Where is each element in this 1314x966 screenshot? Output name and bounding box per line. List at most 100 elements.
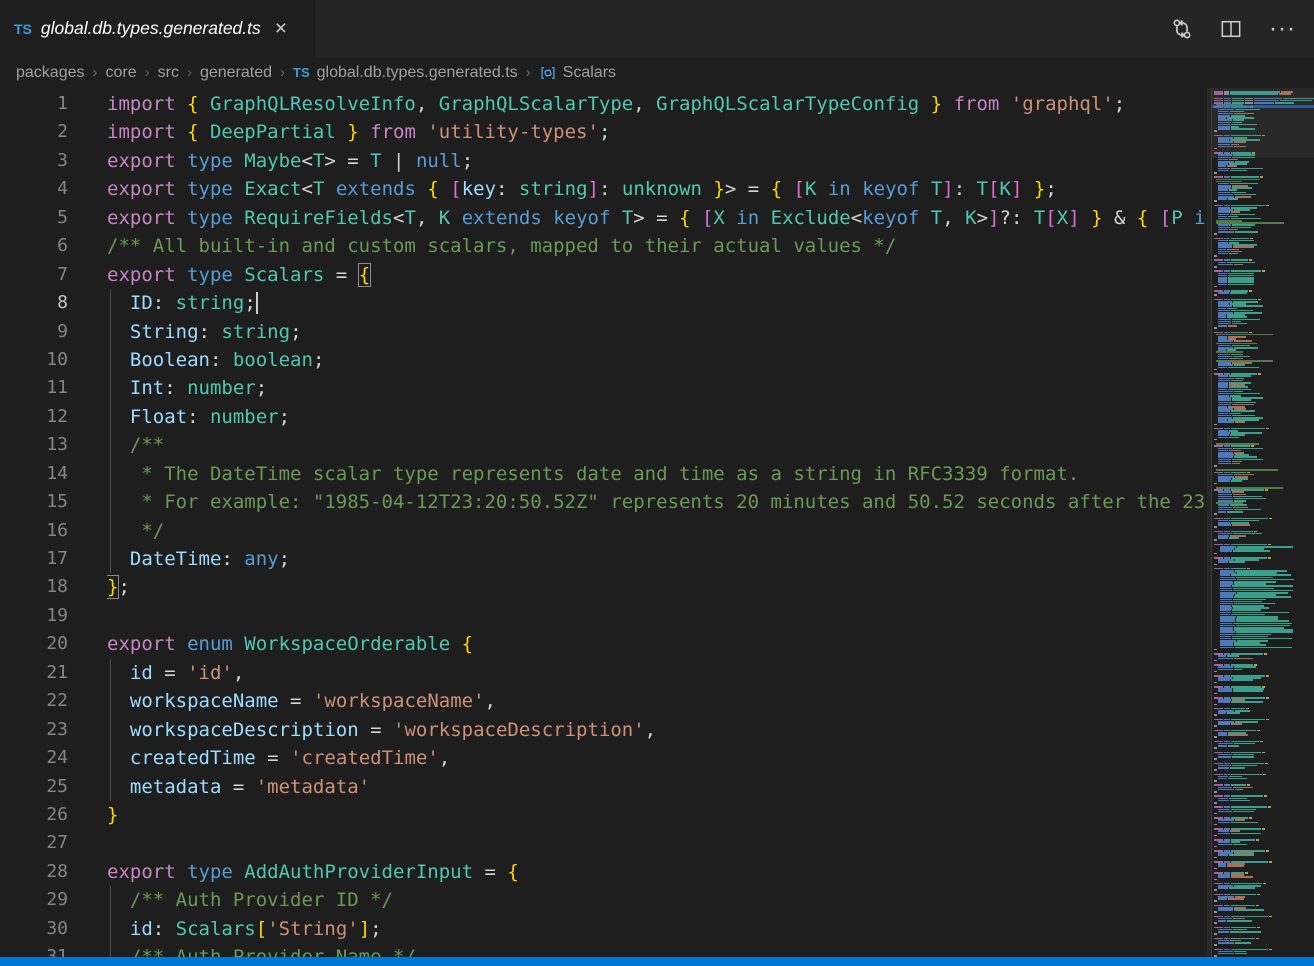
line-number[interactable]: 12	[0, 403, 68, 431]
open-changes-icon[interactable]	[1171, 18, 1193, 40]
code-line[interactable]: 17 DateTime: any;	[0, 545, 1209, 573]
line-number[interactable]: 3	[0, 147, 68, 175]
breadcrumb-item-scalars[interactable]: Scalars	[539, 64, 616, 82]
line-number[interactable]: 8	[0, 289, 68, 317]
code-line[interactable]: 10 Boolean: boolean;	[0, 346, 1209, 374]
line-number[interactable]: 30	[0, 915, 68, 943]
line-number[interactable]: 24	[0, 744, 68, 772]
breadcrumb-item-core[interactable]: core	[106, 64, 137, 82]
line-number[interactable]: 21	[0, 659, 68, 687]
line-number[interactable]: 15	[0, 488, 68, 516]
line-number[interactable]: 29	[0, 886, 68, 914]
code-line[interactable]: 3 export type Maybe<T> = T | null;	[0, 147, 1209, 175]
line-number[interactable]: 6	[0, 232, 68, 260]
code-line[interactable]: 31 /** Auth Provider Name */	[0, 943, 1209, 957]
line-number[interactable]: 14	[0, 460, 68, 488]
line-number[interactable]: 20	[0, 630, 68, 658]
code-line-content: ID: string;	[107, 289, 1209, 317]
code-line[interactable]: 9 String: string;	[0, 318, 1209, 346]
breadcrumb-item-generated[interactable]: generated	[200, 64, 272, 82]
more-actions-icon[interactable]: ···	[1269, 24, 1296, 34]
line-number[interactable]: 11	[0, 374, 68, 402]
line-number[interactable]: 2	[0, 118, 68, 146]
breadcrumb: packages›core›src›generated›TSglobal.db.…	[0, 57, 1314, 88]
line-number[interactable]: 19	[0, 602, 68, 630]
code-line-content: export enum WorkspaceOrderable {	[107, 630, 1209, 658]
minimap[interactable]	[1212, 88, 1314, 957]
line-number[interactable]: 28	[0, 858, 68, 886]
symbol-type-icon	[539, 64, 557, 82]
line-number[interactable]: 17	[0, 545, 68, 573]
close-icon[interactable]: ×	[275, 18, 287, 39]
tab-global-db-types-generated[interactable]: TS global.db.types.generated.ts ×	[0, 0, 315, 57]
code-line-content: export type RequireFields<T, K extends k…	[107, 204, 1209, 232]
code-line[interactable]: 19	[0, 602, 1209, 630]
code-line[interactable]: 26}	[0, 801, 1209, 829]
editor-tab-bar: TS global.db.types.generated.ts ×	[0, 0, 1314, 57]
line-number[interactable]: 16	[0, 517, 68, 545]
line-number[interactable]: 26	[0, 801, 68, 829]
code-line-content: export type Maybe<T> = T | null;	[107, 147, 1209, 175]
line-number[interactable]: 9	[0, 318, 68, 346]
line-number[interactable]: 31	[0, 943, 68, 957]
code-area[interactable]: 1 import { GraphQLResolveInfo, GraphQLSca…	[0, 90, 1209, 957]
code-line-content: }	[107, 801, 1209, 829]
code-line-content: /** Auth Provider ID */	[107, 886, 1209, 914]
code-line-content: import { GraphQLResolveInfo, GraphQLScal…	[107, 90, 1209, 118]
code-line[interactable]: 7export type Scalars = {	[0, 261, 1209, 289]
line-number[interactable]: 25	[0, 773, 68, 801]
code-line[interactable]: 11 Int: number;	[0, 374, 1209, 402]
code-line[interactable]: 8 ID: string;	[0, 289, 1209, 317]
vscode-window: TS global.db.types.generated.ts ×	[0, 0, 1314, 966]
code-line[interactable]: 6 /** All built-in and custom scalars, ma…	[0, 232, 1209, 260]
line-number[interactable]: 4	[0, 175, 68, 203]
code-line-content: createdTime = 'createdTime',	[107, 744, 1209, 772]
line-number[interactable]: 5	[0, 204, 68, 232]
chevron-right-icon: ›	[280, 64, 285, 81]
code-line[interactable]: 22 workspaceName = 'workspaceName',	[0, 687, 1209, 715]
code-line[interactable]: 24 createdTime = 'createdTime',	[0, 744, 1209, 772]
code-line[interactable]: 30 id: Scalars['String'];	[0, 915, 1209, 943]
code-line[interactable]: 5 export type RequireFields<T, K extends …	[0, 204, 1209, 232]
code-line[interactable]: 25 metadata = 'metadata'	[0, 773, 1209, 801]
line-number[interactable]: 27	[0, 829, 68, 857]
code-line-content: Float: number;	[107, 403, 1209, 431]
code-line-content: export type AddAuthProviderInput = {	[107, 858, 1209, 886]
code-line[interactable]: 23 workspaceDescription = 'workspaceDesc…	[0, 716, 1209, 744]
line-number[interactable]: 13	[0, 431, 68, 459]
code-line-content: metadata = 'metadata'	[107, 773, 1209, 801]
breadcrumb-item-packages[interactable]: packages	[16, 64, 85, 82]
tab-label: global.db.types.generated.ts	[41, 18, 261, 39]
code-line[interactable]: 20 export enum WorkspaceOrderable {	[0, 630, 1209, 658]
code-line[interactable]: 4export type Exact<T extends { [key: str…	[0, 175, 1209, 203]
code-line-content: String: string;	[107, 318, 1209, 346]
code-line-content	[107, 829, 1209, 857]
line-number[interactable]: 23	[0, 716, 68, 744]
line-number[interactable]: 18	[0, 573, 68, 601]
code-line[interactable]: 27	[0, 829, 1209, 857]
code-line-content: id = 'id',	[107, 659, 1209, 687]
chevron-right-icon: ›	[93, 64, 98, 81]
code-line[interactable]: 29 /** Auth Provider ID */	[0, 886, 1209, 914]
typescript-file-icon: TS	[293, 65, 310, 80]
code-line[interactable]: 21 id = 'id',	[0, 659, 1209, 687]
status-bar	[0, 957, 1314, 966]
code-line[interactable]: 15 * For example: "1985-04-12T23:20:50.5…	[0, 488, 1209, 516]
line-number[interactable]: 1	[0, 90, 68, 118]
line-number[interactable]: 7	[0, 261, 68, 289]
code-line[interactable]: 28 export type AddAuthProviderInput = {	[0, 858, 1209, 886]
code-line[interactable]: 18};	[0, 573, 1209, 601]
line-number[interactable]: 10	[0, 346, 68, 374]
editor-pane[interactable]: 1 import { GraphQLResolveInfo, GraphQLSca…	[0, 88, 1314, 957]
line-number[interactable]: 22	[0, 687, 68, 715]
code-line[interactable]: 16 */	[0, 517, 1209, 545]
breadcrumb-item-src[interactable]: src	[158, 64, 179, 82]
code-line[interactable]: 13 /**	[0, 431, 1209, 459]
code-line[interactable]: 12 Float: number;	[0, 403, 1209, 431]
code-line[interactable]: 2import { DeepPartial } from 'utility-ty…	[0, 118, 1209, 146]
split-editor-icon[interactable]	[1220, 18, 1242, 40]
breadcrumb-item-global-db-types-generated-ts[interactable]: TSglobal.db.types.generated.ts	[293, 64, 518, 82]
code-line[interactable]: 1 import { GraphQLResolveInfo, GraphQLSca…	[0, 90, 1209, 118]
code-line-content: /** All built-in and custom scalars, map…	[107, 232, 1209, 260]
code-line[interactable]: 14 * The DateTime scalar type represents…	[0, 460, 1209, 488]
